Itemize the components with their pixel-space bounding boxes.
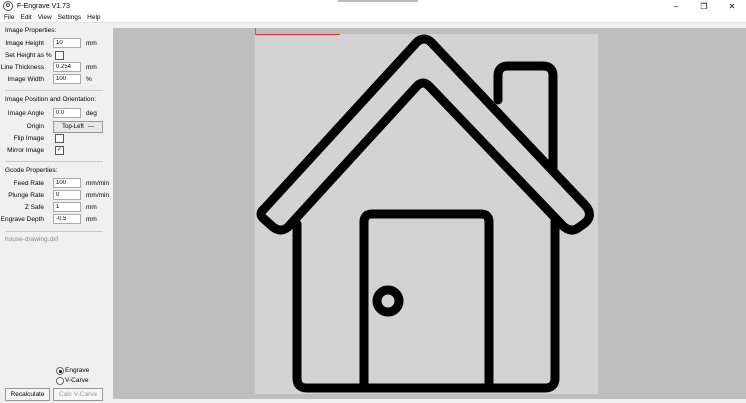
divider xyxy=(5,161,103,162)
menu-edit[interactable]: Edit xyxy=(20,14,31,21)
mirror-image-row: Mirror Image ✓ xyxy=(0,145,107,156)
image-height-unit: mm xyxy=(86,40,97,47)
preview-canvas[interactable] xyxy=(113,28,746,399)
recalculate-button[interactable]: Recalculate xyxy=(5,388,50,401)
image-height-row: Image Height mm xyxy=(0,38,107,49)
menu-view[interactable]: View xyxy=(38,14,52,21)
plunge-rate-unit: mm/min xyxy=(86,192,110,199)
origin-value: Top-Left xyxy=(62,124,84,130)
line-thickness-label: Line Thickness xyxy=(0,64,44,71)
plunge-rate-row: Plunge Rate mm/min xyxy=(0,190,110,201)
divider xyxy=(5,90,103,91)
vcarve-radio[interactable] xyxy=(56,377,64,385)
engrave-depth-unit: mm xyxy=(86,216,97,223)
gcode-title: Gcode Properties: xyxy=(5,167,58,174)
image-width-label: Image Width xyxy=(7,76,45,83)
flip-image-label: Flip Image xyxy=(13,135,44,142)
engrave-depth-label: Engrave Depth xyxy=(0,216,44,223)
z-safe-label: Z Safe xyxy=(24,204,44,211)
doorknob xyxy=(372,285,404,317)
image-width-unit: % xyxy=(86,76,92,83)
feed-rate-unit: mm/min xyxy=(86,180,110,187)
image-width-row: Image Width % xyxy=(0,74,107,85)
file-name: house-drawing.dxf xyxy=(5,236,59,243)
feed-rate-row: Feed Rate mm/min xyxy=(0,178,110,189)
title-bar: ⚙ F-Engrave V1.73 – ❐ ✕ xyxy=(0,0,746,12)
door-outline xyxy=(359,209,494,389)
z-safe-unit: mm xyxy=(86,204,97,211)
image-height-label: Image Height xyxy=(5,40,44,47)
plunge-rate-label: Plunge Rate xyxy=(8,192,44,199)
engrave-radio-label: Engrave xyxy=(65,367,90,374)
position-title: Image Position and Orientation: xyxy=(5,96,97,103)
line-thickness-row: Line Thickness mm xyxy=(0,62,107,73)
image-width-input[interactable] xyxy=(53,74,81,84)
image-angle-row: Image Angle deg xyxy=(0,108,107,119)
flip-image-row: Flip Image xyxy=(0,133,107,144)
menu-settings[interactable]: Settings xyxy=(58,14,82,21)
menu-file[interactable]: File xyxy=(4,14,14,21)
line-thickness-input[interactable] xyxy=(53,62,81,72)
house-drawing xyxy=(256,34,594,393)
feed-rate-input[interactable] xyxy=(53,178,81,188)
title-bar-indicator xyxy=(338,0,418,2)
settings-panel: Image Properties: Image Height mm Set He… xyxy=(0,23,110,403)
z-safe-input[interactable] xyxy=(53,202,81,212)
menu-help[interactable]: Help xyxy=(87,14,100,21)
image-angle-unit: deg xyxy=(86,110,97,117)
window-title: F-Engrave V1.73 xyxy=(17,2,70,10)
line-thickness-unit: mm xyxy=(86,64,97,71)
image-angle-label: Image Angle xyxy=(7,110,44,117)
divider xyxy=(5,231,103,232)
vcarve-radio-label: V-Carve xyxy=(65,377,89,384)
origin-dropdown[interactable]: Top-Left — xyxy=(53,121,103,133)
set-height-pct-label: Set Height as % xyxy=(5,52,52,59)
image-height-input[interactable] xyxy=(53,38,81,48)
calc-vcarve-button[interactable]: Calc V-Carve xyxy=(53,388,103,401)
plunge-rate-input[interactable] xyxy=(53,190,81,200)
menu-bar: File Edit View Settings Help xyxy=(0,12,746,23)
flip-image-checkbox[interactable] xyxy=(55,134,64,143)
engrave-depth-row: Engrave Depth mm xyxy=(0,214,107,225)
minimize-button[interactable]: – xyxy=(662,0,690,12)
z-safe-row: Z Safe mm xyxy=(0,202,107,213)
mirror-image-label: Mirror Image xyxy=(7,147,44,154)
set-height-pct-row: Set Height as % xyxy=(0,50,107,61)
app-icon: ⚙ xyxy=(3,1,13,11)
origin-row: Origin Top-Left — xyxy=(0,121,107,133)
image-properties-title: Image Properties: xyxy=(5,27,57,34)
engrave-radio[interactable] xyxy=(56,367,64,375)
mirror-image-checkbox[interactable]: ✓ xyxy=(55,146,64,155)
engrave-depth-input[interactable] xyxy=(53,214,81,224)
dropdown-icon: — xyxy=(87,124,94,130)
maximize-button[interactable]: ❐ xyxy=(690,0,718,12)
image-angle-input[interactable] xyxy=(53,108,81,118)
close-button[interactable]: ✕ xyxy=(718,0,746,12)
set-height-pct-checkbox[interactable] xyxy=(55,51,64,60)
feed-rate-label: Feed Rate xyxy=(13,180,44,187)
origin-label: Origin xyxy=(26,123,44,130)
wall-outline xyxy=(292,214,560,393)
